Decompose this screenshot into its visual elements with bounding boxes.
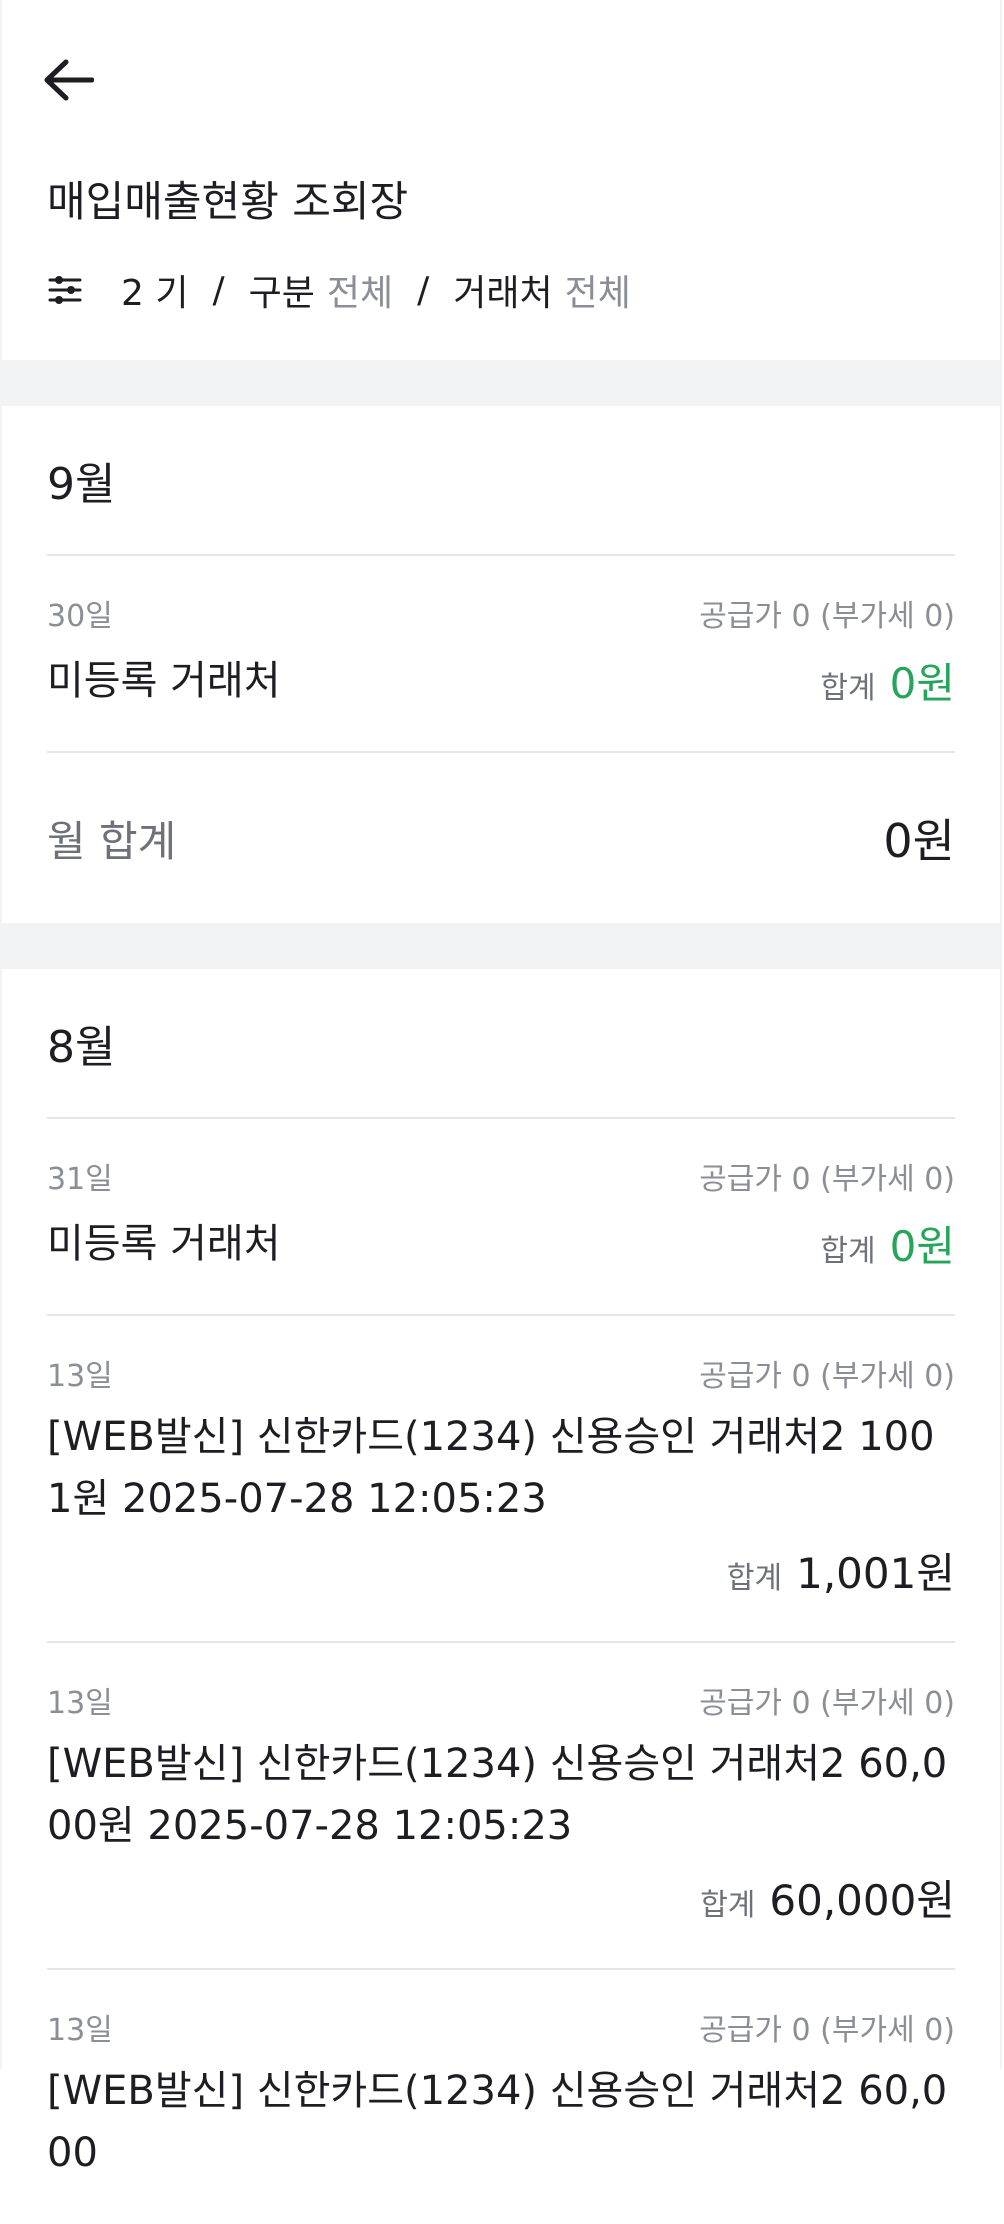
list-item[interactable]: 13일 공급가 0 (부가세 0) [WEB발신] 신한카드(1234) 신용승… xyxy=(47,1316,955,1643)
filter-bar[interactable]: 2 기 / 구분 전체 / 거래처 전체 xyxy=(47,266,631,314)
entry-day: 30일 xyxy=(47,599,113,634)
entry-supply: 공급가 0 (부가세 0) xyxy=(699,2013,955,2048)
list-item[interactable]: 13일 공급가 0 (부가세 0) [WEB발신] 신한카드(1234) 신용승… xyxy=(47,1643,955,1970)
entry-day: 31일 xyxy=(47,1162,113,1197)
entry-description: [WEB발신] 신한카드(1234) 신용승인 거래처2 60,000원 202… xyxy=(47,1741,948,1849)
entry-supply: 공급가 0 (부가세 0) xyxy=(699,1359,955,1394)
header: 매입매출현황 조회장 2 기 / 구분 전체 / 거래처 전체 xyxy=(2,0,1000,360)
entry-day: 13일 xyxy=(47,2013,113,2048)
filter-sliders-icon xyxy=(48,276,82,304)
screen: 매입매출현황 조회장 2 기 / 구분 전체 / 거래처 전체 9월 30일 공… xyxy=(0,0,1002,2176)
entry-total-label: 합계 xyxy=(820,671,876,706)
page-title: 매입매출현황 조회장 xyxy=(47,177,409,226)
month-section-august: 8월 31일 공급가 0 (부가세 0) 미등록 거래처 합계 0원 13일 공… xyxy=(2,969,1000,2224)
filter-type-value: 전체 xyxy=(326,273,394,314)
filter-separator: / xyxy=(212,269,225,311)
filter-period: 2 기 xyxy=(121,273,189,314)
filter-separator: / xyxy=(417,269,430,311)
month-section-september: 9월 30일 공급가 0 (부가세 0) 미등록 거래처 합계 0원 월 합계 … xyxy=(2,406,1000,923)
entry-total-label: 합계 xyxy=(700,1888,756,1923)
entry-total-amount: 0원 xyxy=(889,1222,955,1271)
entry-supply: 공급가 0 (부가세 0) xyxy=(699,1686,955,1721)
arrow-left-icon xyxy=(44,59,94,101)
filter-type-label: 구분 xyxy=(248,273,315,314)
filter-vendor-label: 거래처 xyxy=(453,273,553,314)
list-item[interactable]: 30일 공급가 0 (부가세 0) 미등록 거래처 합계 0원 xyxy=(47,556,955,753)
entry-day: 13일 xyxy=(47,1686,113,1721)
entry-total-amount: 0원 xyxy=(889,659,955,708)
entry-total-amount: 1,001원 xyxy=(796,1549,955,1598)
month-title: 9월 xyxy=(47,406,955,556)
list-item[interactable]: 13일 공급가 0 (부가세 0) [WEB발신] 신한카드(1234) 신용승… xyxy=(47,1970,955,2224)
entry-supply: 공급가 0 (부가세 0) xyxy=(699,599,955,634)
entry-vendor: 미등록 거래처 xyxy=(47,657,281,704)
entry-total-label: 합계 xyxy=(820,1234,876,1269)
entry-vendor: 미등록 거래처 xyxy=(47,1220,281,1267)
entry-total-amount: 60,000원 xyxy=(769,1876,955,1925)
section-gap xyxy=(2,923,1000,969)
entry-description: [WEB발신] 신한카드(1234) 신용승인 거래처2 1001원 2025-… xyxy=(47,1414,935,1522)
entry-description: [WEB발신] 신한카드(1234) 신용승인 거래처2 60,000 xyxy=(47,2068,948,2176)
section-gap xyxy=(2,360,1000,406)
month-title: 8월 xyxy=(47,969,955,1119)
month-sum-label: 월 합계 xyxy=(47,816,177,866)
entry-day: 13일 xyxy=(47,1359,113,1394)
list-item[interactable]: 31일 공급가 0 (부가세 0) 미등록 거래처 합계 0원 xyxy=(47,1119,955,1316)
entry-total-label: 합계 xyxy=(726,1561,783,1596)
month-sum-value: 0원 xyxy=(883,814,955,868)
filter-vendor-value: 전체 xyxy=(564,273,631,314)
entry-supply: 공급가 0 (부가세 0) xyxy=(699,1162,955,1197)
back-button[interactable] xyxy=(42,55,102,105)
month-summary: 월 합계 0원 xyxy=(47,753,955,923)
